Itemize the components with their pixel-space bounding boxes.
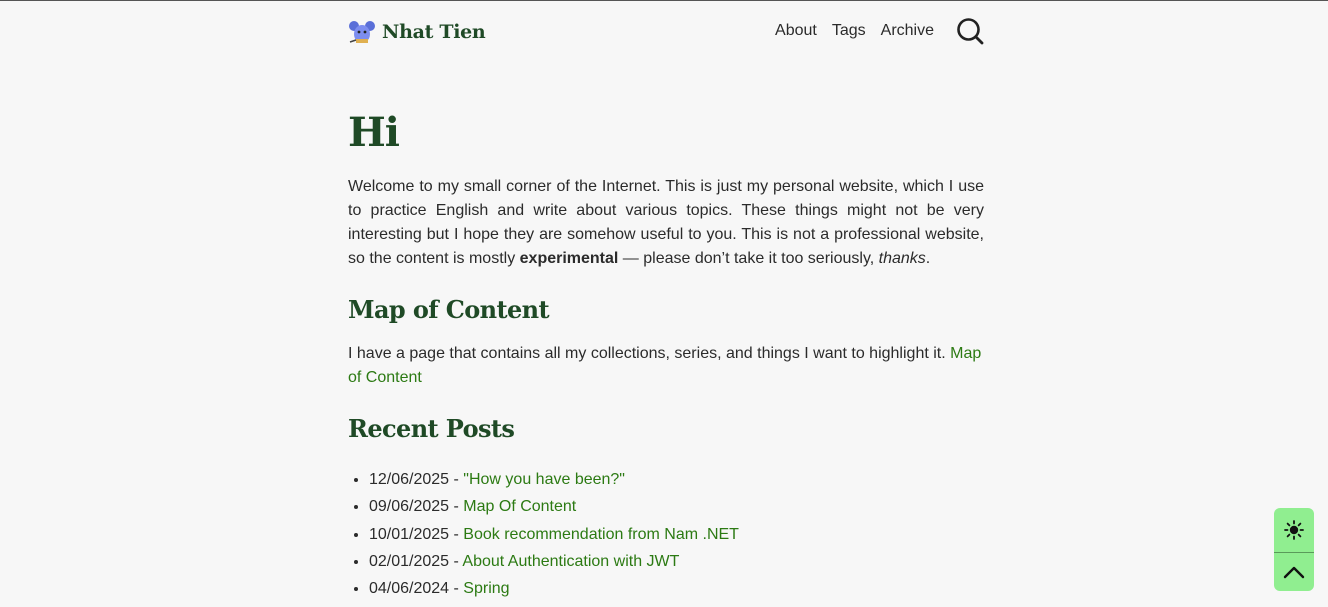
intro-paragraph: Welcome to my small corner of the Intern… [348, 175, 984, 271]
intro-italic: thanks [878, 250, 926, 267]
top-nav: Nhat Tien About Tags Archive [348, 1, 984, 63]
post-date: 02/01/2025 - [369, 552, 463, 570]
post-link[interactable]: "How you have been?" [463, 471, 625, 488]
list-item: 02/01/2025 - About Authentication with J… [369, 548, 739, 575]
mouse-logo-icon [349, 21, 375, 43]
post-link[interactable]: Book recommendation from Nam .NET [463, 526, 739, 543]
intro-text-mid: — please don’t take it too seriously, [618, 250, 879, 267]
map-of-content-paragraph: I have a page that contains all my colle… [348, 342, 984, 390]
page-container: Nhat Tien About Tags Archive Hi Welcome … [348, 1, 984, 597]
list-item: 10/01/2025 - Book recommendation from Na… [369, 521, 739, 548]
menu-item-tags[interactable]: Tags [832, 22, 866, 40]
page-title: Hi [348, 109, 400, 156]
list-item: 12/06/2025 - "How you have been?" [369, 466, 739, 493]
site-logo-link[interactable]: Nhat Tien [348, 20, 486, 44]
post-link[interactable]: Map Of Content [463, 498, 576, 515]
search-icon [957, 18, 984, 45]
recent-posts-list: 12/06/2025 - "How you have been?" 09/06/… [348, 466, 739, 602]
sun-icon [1284, 520, 1304, 540]
site-name: Nhat Tien [382, 21, 486, 43]
list-item: 04/06/2024 - Spring [369, 575, 739, 602]
menu-item-about[interactable]: About [775, 22, 817, 40]
intro-bold: experimental [519, 250, 619, 267]
moc-text: I have a page that contains all my colle… [348, 345, 951, 362]
intro-text-end: . [925, 250, 931, 267]
search-button[interactable] [956, 17, 984, 45]
scroll-to-top-button[interactable] [1274, 552, 1314, 591]
post-date: 04/06/2024 - [369, 580, 464, 598]
menu-item-archive[interactable]: Archive [881, 22, 934, 40]
post-date: 12/06/2025 - [369, 471, 464, 488]
post-link[interactable]: About Authentication with JWT [462, 553, 679, 570]
post-date: 09/06/2025 - [369, 498, 464, 516]
list-item: 09/06/2025 - Map Of Content [369, 493, 739, 520]
map-of-content-heading: Map of Content [348, 295, 550, 324]
recent-posts-heading: Recent Posts [348, 414, 515, 443]
post-link[interactable]: Spring [463, 580, 509, 597]
post-date: 10/01/2025 - [369, 525, 464, 543]
chevron-up-icon [1283, 566, 1305, 579]
main-menu: About Tags Archive [775, 17, 984, 45]
theme-toggle-button[interactable] [1274, 508, 1314, 552]
